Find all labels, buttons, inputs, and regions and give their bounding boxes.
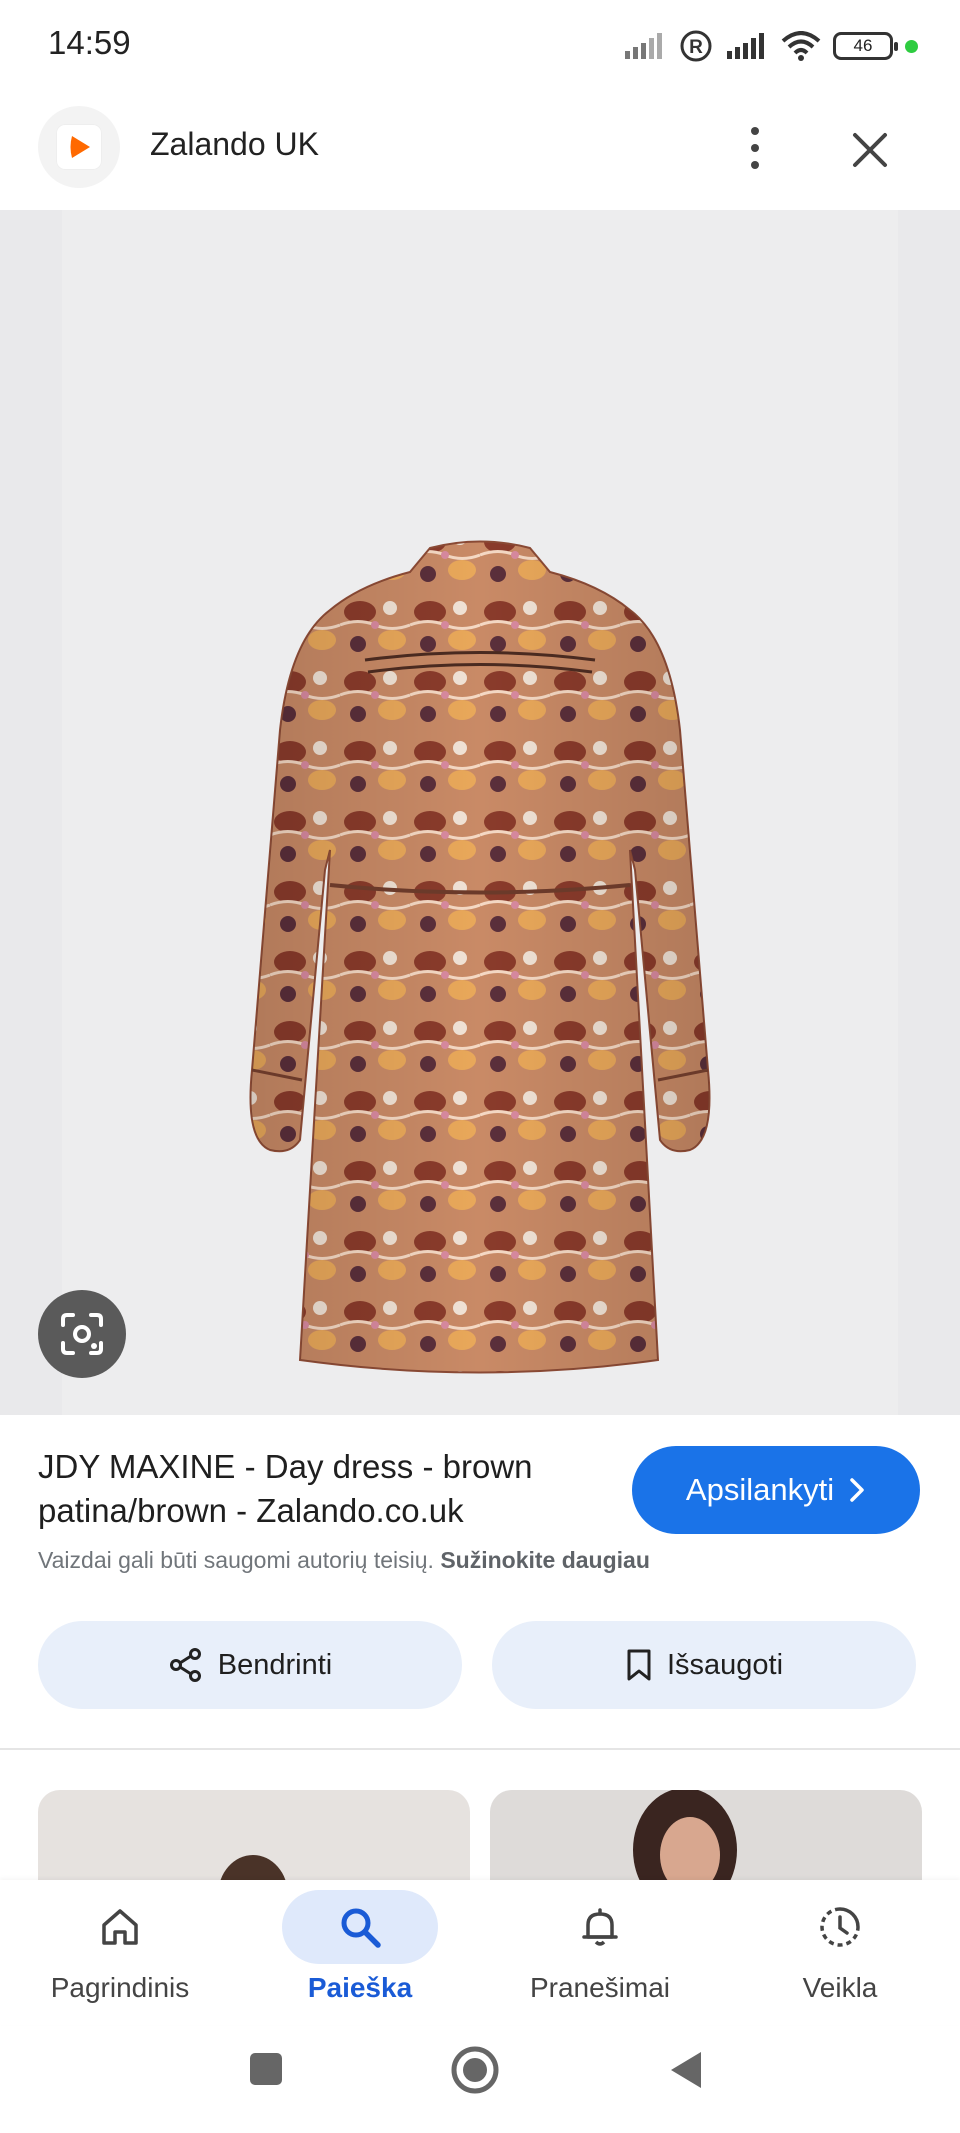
related-result-card[interactable] <box>38 1790 470 1880</box>
nav-item-home[interactable]: Pagrindinis <box>10 1890 230 2020</box>
bottom-nav: Pagrindinis Paieška Pranešimai Veikla <box>0 1880 960 2025</box>
nav-label-home: Pagrindinis <box>50 1972 190 2003</box>
nav-label-notifications: Pranešimai <box>529 1972 671 2003</box>
privacy-dot-icon <box>905 39 918 53</box>
chevron-right-icon <box>850 1478 864 1502</box>
related-image <box>633 1790 737 1880</box>
system-nav-bar <box>0 2030 960 2133</box>
dress-image[interactable] <box>130 310 830 1390</box>
bookmark-icon <box>627 1649 651 1681</box>
recents-icon[interactable] <box>247 2050 285 2088</box>
visit-button[interactable]: Apsilankyti <box>632 1446 920 1534</box>
close-icon[interactable] <box>840 120 900 180</box>
nav-item-notifications[interactable]: Pranešimai <box>490 1890 710 2020</box>
nav-label-activity: Veikla <box>802 1972 878 2003</box>
roaming-icon: R <box>680 30 712 62</box>
home-button-icon[interactable] <box>450 2045 500 2095</box>
zalando-logo-icon <box>38 106 120 188</box>
share-button[interactable]: Bendrinti <box>38 1621 462 1709</box>
result-title[interactable]: JDY MAXINE - Day dress - brown patina/br… <box>38 1445 628 1533</box>
home-icon <box>102 1909 138 1945</box>
signal-icon <box>625 33 662 59</box>
nav-item-activity[interactable]: Veikla <box>730 1890 950 2020</box>
share-label: Bendrinti <box>217 1648 333 1681</box>
nav-label-search: Paieška <box>307 1972 413 2003</box>
activity-icon <box>820 1907 860 1947</box>
signal-icon <box>727 33 764 59</box>
learn-more-link[interactable]: Sužinokite daugiau <box>440 1547 650 1573</box>
source-header: Zalando UK <box>0 100 960 210</box>
nav-item-search[interactable]: Paieška <box>250 1890 470 2020</box>
svg-text:R: R <box>689 37 703 58</box>
back-icon[interactable] <box>665 2048 705 2092</box>
wifi-icon <box>781 31 821 61</box>
copyright-notice: Vaizdai gali būti saugomi autorių teisių… <box>38 1547 650 1574</box>
more-vert-icon[interactable] <box>730 118 780 178</box>
divider <box>0 1748 960 1750</box>
share-icon <box>169 1648 201 1682</box>
related-image <box>220 1855 286 1880</box>
site-name[interactable]: Zalando UK <box>150 126 319 163</box>
search-icon <box>341 1908 381 1948</box>
related-result-card[interactable] <box>490 1790 922 1880</box>
visit-label: Apsilankyti <box>685 1472 835 1507</box>
battery-level: 46 <box>853 36 873 55</box>
save-button[interactable]: Išsaugoti <box>492 1621 916 1709</box>
status-icons: R 46 <box>623 26 918 66</box>
image-preview[interactable] <box>0 210 960 1415</box>
save-label: Išsaugoti <box>666 1648 784 1681</box>
status-bar: 14:59 R 46 <box>0 0 960 90</box>
status-time: 14:59 <box>48 24 131 61</box>
bell-icon <box>582 1908 618 1946</box>
copyright-text: Vaizdai gali būti saugomi autorių teisių… <box>38 1547 434 1573</box>
lens-icon[interactable] <box>38 1290 126 1378</box>
battery-icon: 46 <box>833 32 898 60</box>
